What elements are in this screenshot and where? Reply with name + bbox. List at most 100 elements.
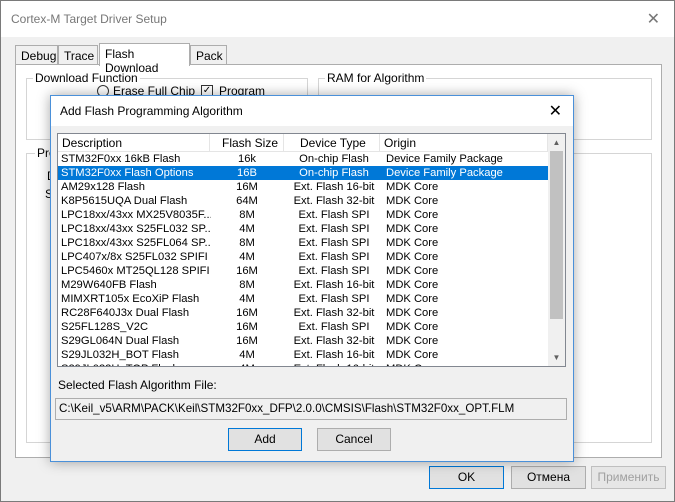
cell-origin: MDK Core [386,307,439,319]
table-row[interactable]: LPC18xx/43xx S25FL032 SP... 4M Ext. Flash … [58,222,548,236]
parent-title-bar: Cortex-M Target Driver Setup ✕ [1,1,674,37]
cell-origin: MDK Core [386,223,439,235]
tab-label: Trace [64,49,95,63]
cell-flash-size: 4M [210,362,284,366]
cell-device-type: Ext. Flash SPI [298,237,370,249]
cell-flash-size: 16M [236,307,258,319]
list-header: Description Flash Size Device Type Origi… [58,134,548,152]
table-row[interactable]: S29JL032H_TOP Flash4MExt. Flash 16-bit MD… [58,362,548,366]
cell-flash-size: 16M [236,265,258,277]
cell-origin: MDK Core [386,237,439,249]
cell-description: AM29x128 Flash [61,181,145,193]
scroll-thumb[interactable] [550,151,563,319]
selected-file-path-field[interactable]: C:\Keil_v5\ARM\PACK\Keil\STM32F0xx_DFP\2… [55,398,567,420]
cell-origin: MDK Core [386,349,439,361]
cell-origin: MDK Core [386,265,439,277]
cell-description: RC28F640J3x Dual Flash [61,307,190,319]
cell-origin: MDK Core [386,321,439,333]
vertical-scrollbar[interactable]: ▲ ▼ [548,134,565,366]
table-row[interactable]: S29GL064N Dual Flash 16M Ext. Flash 32-bit… [58,334,548,348]
cell-description: LPC18xx/43xx MX25V8035F... [61,209,211,221]
cell-flash-size: 16M [236,181,258,193]
cell-description: MIMXRT105x EcoXiP Flash [61,293,200,305]
table-row[interactable]: LPC18xx/43xx MX25V8035F... 8M Ext. Flash S… [58,208,548,222]
cell-device-type: Ext. Flash SPI [298,223,370,235]
table-row[interactable]: LPC407x/8x S25FL032 SPIFI 4M Ext. Flash SP… [58,250,548,264]
cell-flash-size: 4M [239,251,255,263]
table-row[interactable]: M29W640FB Flash 8M Ext. Flash 16-bit MDK Co… [58,278,548,292]
cell-description: S29GL064N Dual Flash [61,335,180,347]
table-row[interactable]: MIMXRT105x EcoXiP Flash 4M Ext. Flash SPI M… [58,292,548,306]
scroll-down-icon[interactable]: ▼ [548,349,565,366]
tab-flash-download[interactable]: Flash Download [99,43,190,75]
cell-description: S29JL032H_BOT Flash [61,349,179,361]
cell-device-type: Ext. Flash SPI [298,321,370,333]
table-row[interactable]: AM29x128 Flash 16M Ext. Flash 16-bit MDK Co… [58,180,548,194]
table-row[interactable]: LPC5460x MT25QL128 SPIFI 16M Ext. Flash SP… [58,264,548,278]
cell-device-type: On-chip Flash [299,167,369,179]
tab-pack[interactable]: Pack [190,45,227,65]
cell-device-type: On-chip Flash [299,153,369,165]
table-row[interactable]: LPC18xx/43xx S25FL064 SP... 8M Ext. Flash … [58,236,548,250]
cell-flash-size: 8M [239,237,255,249]
column-header-origin[interactable]: Origin [380,134,548,152]
cell-origin: MDK Core [386,209,439,221]
ok-button[interactable]: OK [429,466,504,489]
parent-cancel-button[interactable]: Отмена [511,466,586,489]
table-row[interactable]: K8P5615UQA Dual Flash 64M Ext. Flash 32-bi… [58,194,548,208]
cell-flash-size: 4M [239,223,255,235]
add-button[interactable]: Add [228,428,302,451]
table-row[interactable]: RC28F640J3x Dual Flash 16M Ext. Flash 32-b… [58,306,548,320]
column-header-description[interactable]: Description [58,134,210,152]
apply-button[interactable]: Применить [591,466,666,489]
cell-device-type: Ext. Flash SPI [298,265,370,277]
selected-file-label: Selected Flash Algorithm File: [58,378,217,392]
cell-description: K8P5615UQA Dual Flash [61,195,188,207]
scroll-up-icon[interactable]: ▲ [548,134,565,151]
cell-origin: Device Family Package [386,167,503,179]
cell-origin: MDK Core [386,362,546,366]
cell-flash-size: 64M [236,195,258,207]
cell-device-type: Ext. Flash 16-bit [293,349,375,361]
cell-description: S25FL128S_V2C [61,321,149,333]
table-row[interactable]: STM32F0xx Flash Options 16B On-chip Flash D… [58,166,548,180]
tab-debug[interactable]: Debug [15,45,58,65]
cancel-button[interactable]: Cancel [317,428,391,451]
cell-description: STM32F0xx Flash Options [61,167,194,179]
algorithm-list[interactable]: Description Flash Size Device Type Origi… [57,133,566,367]
cell-origin: MDK Core [386,335,439,347]
cell-flash-size: 4M [239,293,255,305]
cell-device-type: Ext. Flash 32-bit [293,335,375,347]
cell-flash-size: 4M [239,349,255,361]
cell-device-type: Ext. Flash 16-bit [293,279,375,291]
cell-origin: MDK Core [386,195,439,207]
cell-description: M29W640FB Flash [61,279,157,291]
cell-flash-size: 16M [236,335,258,347]
cell-description: STM32F0xx 16kB Flash [61,153,181,165]
cell-flash-size: 16B [237,167,257,179]
column-header-flash-size[interactable]: Flash Size [210,134,284,152]
list-rows: STM32F0xx 16kB Flash 16k On-chip Flash Devi… [58,152,548,366]
cell-description: LPC18xx/43xx S25FL032 SP... [61,223,211,235]
cell-flash-size: 16k [237,153,257,165]
ram-for-algorithm-label: RAM for Algorithm [325,71,427,85]
cell-description: LPC18xx/43xx S25FL064 SP... [61,237,211,249]
cell-flash-size: 8M [239,279,255,291]
table-row[interactable]: S29JL032H_BOT Flash 4M Ext. Flash 16-bit MD… [58,348,548,362]
tab-label: Pack [196,49,223,63]
dialog-close-icon[interactable]: ✕ [549,101,562,121]
parent-close-icon[interactable]: ✕ [647,9,660,29]
cell-origin: Device Family Package [386,153,503,165]
cell-device-type: Ext. Flash 16-bit [286,362,382,366]
dialog-title-bar: Add Flash Programming Algorithm ✕ [51,96,573,126]
cell-device-type: Ext. Flash SPI [298,251,370,263]
cell-device-type: Ext. Flash 32-bit [293,307,375,319]
table-row[interactable]: S25FL128S_V2C 16M Ext. Flash SPI MDK Core [58,320,548,334]
column-header-device-type[interactable]: Device Type [284,134,380,152]
tab-label: Debug [21,49,57,63]
cell-flash-size: 16M [236,321,258,333]
table-row[interactable]: STM32F0xx 16kB Flash 16k On-chip Flash Devi… [58,152,548,166]
cell-device-type: Ext. Flash 16-bit [293,181,375,193]
tab-trace[interactable]: Trace [58,45,98,65]
cell-description: S29JL032H_TOP Flash [61,362,211,366]
